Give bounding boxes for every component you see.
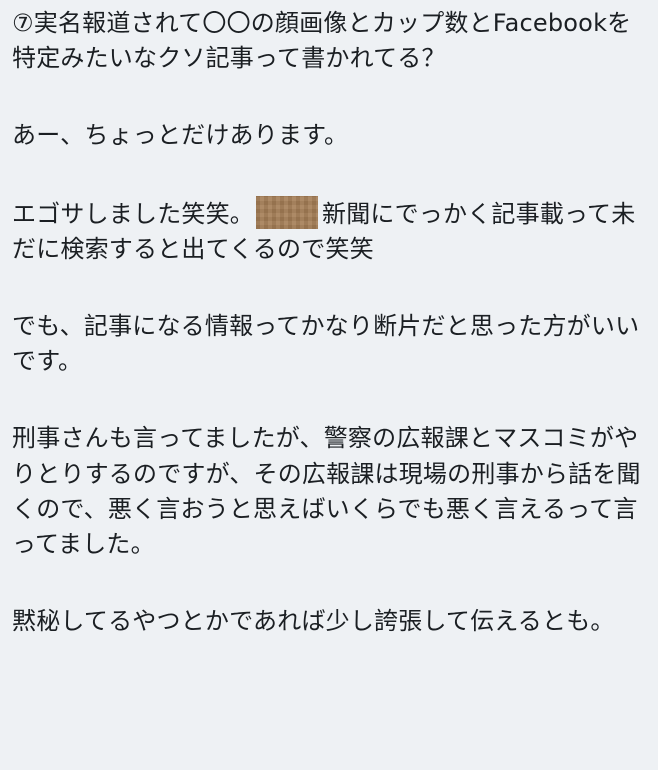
paragraph-egosearch: エゴサしました笑笑。 新聞にでっかく記事載って未だに検索すると出てくるので笑笑 [12, 195, 644, 267]
post-body: ⑦実名報道されて〇〇の顔画像とカップ数とFacebookを特定みたいなクソ記事っ… [0, 0, 658, 770]
paragraph-egosearch-lead: エゴサしました笑笑。 [12, 199, 254, 228]
paragraph-question: ⑦実名報道されて〇〇の顔画像とカップ数とFacebookを特定みたいなクソ記事っ… [12, 9, 632, 73]
paragraph-fragmentary: でも、記事になる情報ってかなり断片だと思った方がいいです。 [12, 312, 640, 376]
paragraph-answer: あー、ちょっとだけあります。 [12, 121, 349, 150]
paragraph-exaggeration: 黙秘してるやつとかであれば少し誇張して伝えるとも。 [12, 607, 615, 636]
censored-newspaper-name [256, 195, 318, 229]
paragraph-police-pr: 刑事さんも言ってましたが、警察の広報課とマスコミがやりとりするのですが、その広報… [12, 424, 641, 559]
